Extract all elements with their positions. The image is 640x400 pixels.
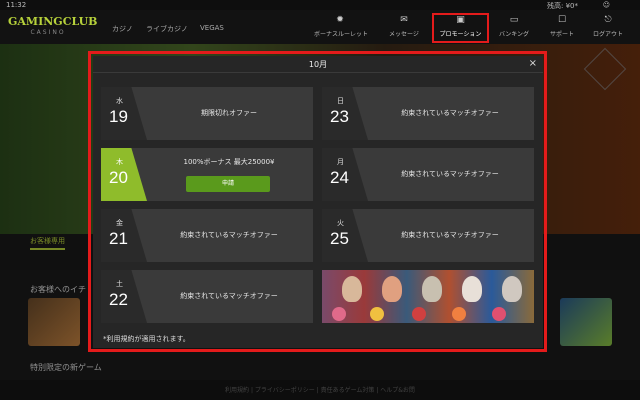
day-number: 19 <box>109 107 128 126</box>
day-card-today[interactable]: 木 20 100%ボーナス 最大25000¥ 申請 <box>101 148 313 201</box>
nav-label: ログアウト <box>592 31 623 38</box>
weekday: 金 <box>116 219 123 227</box>
weekday: 日 <box>337 97 344 105</box>
day-number: 25 <box>330 229 349 248</box>
nav-label: メッセージ <box>389 31 419 38</box>
logo-subtext: CASINO <box>30 29 66 36</box>
nav-banking[interactable]: ▭ バンキング <box>488 14 540 42</box>
nav-label: プロモーション <box>439 31 482 38</box>
day-card[interactable]: 日 23 約束されているマッチオファー <box>322 87 534 140</box>
nav-support[interactable]: ☐ サポート <box>536 14 588 42</box>
nav-label: ボーナスルーレット <box>314 31 369 38</box>
logo[interactable]: GAMINGCLUB CASINO <box>8 15 98 39</box>
mail-icon: ✉ <box>400 15 408 25</box>
logo-text: GAMINGCLUB <box>8 15 98 28</box>
chat-icon: ☐ <box>557 15 567 25</box>
day-number: 21 <box>109 229 128 248</box>
day-number: 23 <box>330 107 349 126</box>
promo-artwork <box>322 270 534 323</box>
tab-vegas[interactable]: VEGAS <box>200 24 224 32</box>
tab-live-casino[interactable]: ライブカジノ <box>146 24 188 34</box>
day-card[interactable]: 火 25 約束されているマッチオファー <box>322 209 534 262</box>
day-card[interactable]: 月 24 約束されているマッチオファー <box>322 148 534 201</box>
day-number: 24 <box>330 168 349 187</box>
clock: 11:32 <box>6 1 27 9</box>
weekday: 木 <box>116 158 123 166</box>
nav-label: バンキング <box>498 31 530 38</box>
close-icon[interactable]: × <box>529 58 537 69</box>
status-bar: 11:32 残高: ¥0* ☺ <box>0 0 640 10</box>
tab-casino[interactable]: カジノ <box>112 24 133 34</box>
nav-label: サポート <box>549 31 574 38</box>
day-card[interactable]: 水 19 期限切れオファー <box>101 87 313 140</box>
day-card[interactable]: 金 21 約束されているマッチオファー <box>101 209 313 262</box>
day-number: 20 <box>109 168 128 187</box>
offer-title: 約束されているマッチオファー <box>180 292 278 300</box>
roulette-icon: ✹ <box>336 15 344 25</box>
offer-title: 100%ボーナス 最大25000¥ <box>183 158 275 166</box>
logout-icon: ⎋ <box>604 15 612 25</box>
day-number: 22 <box>109 290 128 309</box>
nav-promotions[interactable]: ▣ プロモーション <box>432 13 489 43</box>
weekday: 月 <box>337 158 344 166</box>
offer-title: 約束されているマッチオファー <box>401 231 499 239</box>
nav-bonus-roulette[interactable]: ✹ ボーナスルーレット <box>314 14 369 42</box>
nav-messages[interactable]: ✉ メッセージ <box>378 14 430 42</box>
offer-title: 約束されているマッチオファー <box>180 231 278 239</box>
calendar-icon: ▣ <box>456 15 465 25</box>
terms-disclaimer: *利用規約が適用されます。 <box>103 335 190 343</box>
modal-title: 10月 <box>93 56 543 73</box>
user-icon[interactable]: ☺ <box>603 1 610 9</box>
wallet-icon: ▭ <box>509 15 519 25</box>
weekday: 土 <box>116 280 123 288</box>
offer-title: 約束されているマッチオファー <box>401 170 499 178</box>
weekday: 火 <box>337 219 344 227</box>
offer-title: 約束されているマッチオファー <box>401 109 499 117</box>
promotions-calendar-modal: 10月 × 水 19 期限切れオファー 木 20 100%ボーナス 最大2500… <box>93 56 543 348</box>
apply-button[interactable]: 申請 <box>186 176 270 192</box>
top-header: GAMINGCLUB CASINO カジノ ライブカジノ VEGAS ✹ ボーナ… <box>0 10 640 44</box>
nav-logout[interactable]: ⎋ ログアウト <box>582 14 634 42</box>
weekday: 水 <box>116 97 123 105</box>
offer-title: 期限切れオファー <box>201 109 257 117</box>
day-card[interactable]: 土 22 約束されているマッチオファー <box>101 270 313 323</box>
